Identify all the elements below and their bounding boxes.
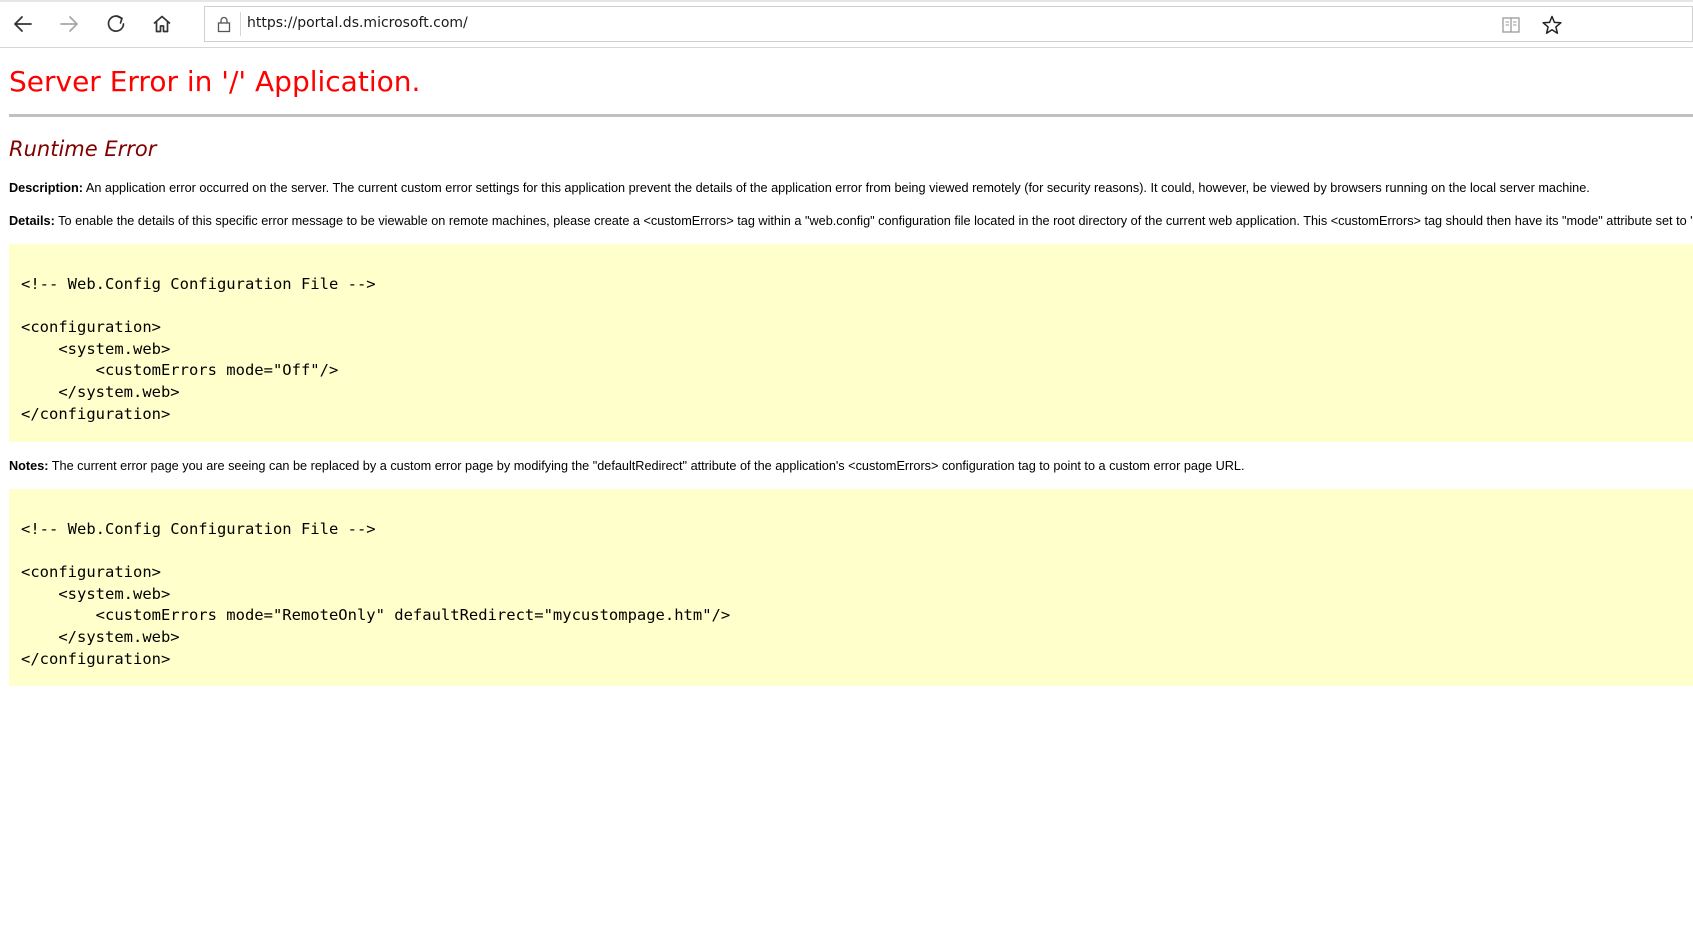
details-label: Details: bbox=[9, 214, 55, 228]
url-text[interactable]: https://portal.ds.microsoft.com/ bbox=[247, 15, 468, 31]
code-line: </configuration> bbox=[21, 649, 171, 668]
code-line: </configuration> bbox=[21, 404, 171, 423]
back-arrow-icon bbox=[14, 16, 32, 32]
title-divider bbox=[9, 114, 1693, 117]
code-line: <customErrors mode="Off"/> bbox=[21, 361, 339, 380]
code-line: <system.web> bbox=[21, 339, 171, 358]
page-content: Server Error in '/' Application. Runtime… bbox=[0, 48, 1693, 936]
error-subtitle: Runtime Error bbox=[9, 137, 157, 161]
home-icon bbox=[153, 15, 171, 33]
tab-strip bbox=[0, 0, 1693, 2]
address-bar[interactable]: https://portal.ds.microsoft.com/ bbox=[204, 6, 1693, 42]
url-host: portal.ds.microsoft.com/ bbox=[297, 15, 468, 31]
code-block-config-remoteonly: <!-- Web.Config Configuration File --> <c… bbox=[9, 489, 1693, 686]
code-line: <configuration> bbox=[21, 318, 161, 337]
code-line: <system.web> bbox=[21, 584, 171, 603]
refresh-button[interactable] bbox=[98, 6, 134, 42]
description-text: An application error occurred on the ser… bbox=[83, 181, 1590, 195]
home-button[interactable] bbox=[144, 6, 180, 42]
description-label: Description: bbox=[9, 181, 84, 195]
description-paragraph: Description: An application error occurr… bbox=[9, 181, 1590, 195]
refresh-icon bbox=[107, 15, 125, 32]
code-line: <!-- Web.Config Configuration File --> bbox=[21, 275, 376, 293]
address-divider bbox=[240, 12, 241, 36]
book-icon[interactable] bbox=[1501, 15, 1521, 35]
notes-paragraph: Notes: The current error page you are se… bbox=[9, 459, 1245, 473]
page-title: Server Error in '/' Application. bbox=[9, 65, 421, 98]
notes-label: Notes: bbox=[9, 459, 49, 473]
details-paragraph: Details: To enable the details of this s… bbox=[9, 214, 1693, 228]
code-block-config-off: <!-- Web.Config Configuration File --> <c… bbox=[9, 244, 1693, 442]
code-line: </system.web> bbox=[21, 627, 180, 646]
code-line: <configuration> bbox=[21, 563, 161, 582]
code-line: </system.web> bbox=[21, 382, 180, 401]
url-prefix: https:// bbox=[247, 15, 298, 31]
forward-arrow-icon bbox=[60, 16, 78, 32]
star-icon[interactable] bbox=[1541, 14, 1563, 36]
forward-button[interactable] bbox=[51, 6, 87, 42]
details-text: To enable the details of this specific e… bbox=[54, 214, 1693, 228]
code-line: <!-- Web.Config Configuration File --> bbox=[21, 520, 376, 538]
code-line: <customErrors mode="RemoteOnly" defaultR… bbox=[21, 606, 731, 625]
lock-icon bbox=[217, 16, 231, 33]
browser-toolbar: https://portal.ds.microsoft.com/ bbox=[0, 0, 1693, 48]
back-button[interactable] bbox=[5, 6, 41, 42]
notes-text: The current error page you are seeing ca… bbox=[48, 459, 1245, 473]
